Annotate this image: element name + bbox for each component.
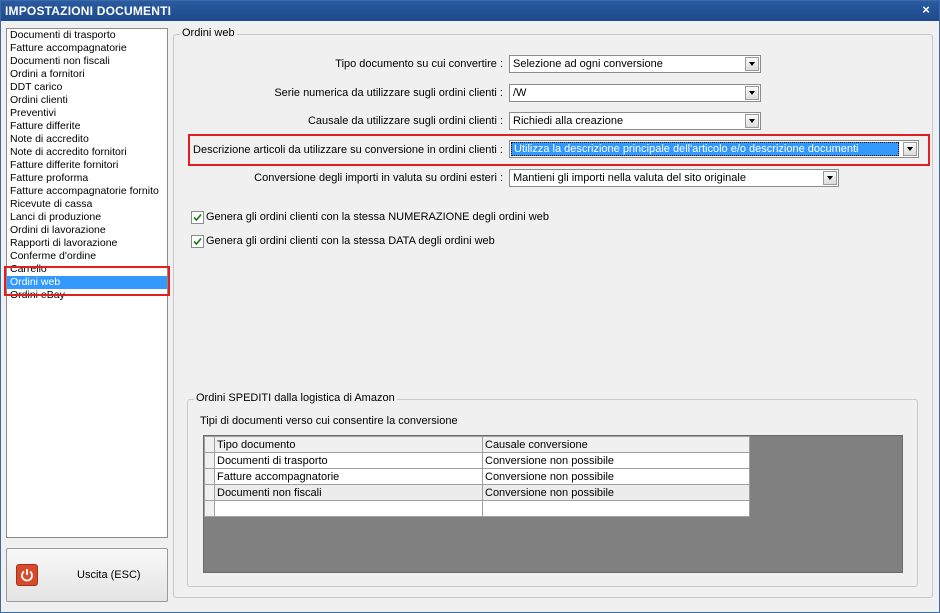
column-header[interactable]: Tipo documento bbox=[214, 436, 483, 453]
amazon-subtitle: Tipi di documenti verso cui consentire l… bbox=[200, 415, 458, 427]
table-row[interactable]: Documenti non fiscali Conversione non po… bbox=[204, 484, 750, 501]
check-icon bbox=[193, 213, 202, 222]
causale-select[interactable]: Richiedi alla creazione bbox=[509, 112, 761, 130]
chevron-down-icon[interactable] bbox=[745, 114, 759, 128]
select-value: /W bbox=[513, 87, 527, 99]
sidebar-item[interactable]: Fatture differite fornitori bbox=[7, 159, 167, 172]
serie-numerica-select[interactable]: /W bbox=[509, 84, 761, 102]
table-row[interactable]: Documenti di trasporto Conversione non p… bbox=[204, 452, 750, 469]
column-header[interactable]: Causale conversione bbox=[482, 436, 750, 453]
sidebar-item[interactable]: Ordini a fornitori bbox=[7, 68, 167, 81]
chevron-down-icon[interactable] bbox=[745, 57, 759, 71]
select-value: Selezione ad ogni conversione bbox=[513, 58, 663, 70]
sidebar-item[interactable]: Lanci di produzione bbox=[7, 211, 167, 224]
select-value: Richiedi alla creazione bbox=[513, 115, 624, 127]
select-value: Mantieni gli importi nella valuta del si… bbox=[513, 172, 746, 184]
row-header-cell bbox=[204, 468, 215, 485]
table-row[interactable]: Fatture accompagnatorie Conversione non … bbox=[204, 468, 750, 485]
power-icon bbox=[16, 564, 38, 586]
title-bar: IMPOSTAZIONI DOCUMENTI × bbox=[1, 1, 939, 21]
sidebar-item[interactable]: Rapporti di lavorazione bbox=[7, 237, 167, 250]
stessa-data-label: Genera gli ordini clienti con la stessa … bbox=[206, 235, 495, 247]
table-cell[interactable]: Documenti non fiscali bbox=[214, 484, 483, 501]
sidebar-item[interactable]: DDT carico bbox=[7, 81, 167, 94]
field-label-serie-numerica: Serie numerica da utilizzare sugli ordin… bbox=[274, 87, 503, 99]
sidebar-item[interactable]: Fatture differite bbox=[7, 120, 167, 133]
row-header-cell bbox=[204, 500, 215, 517]
field-label-tipo-documento: Tipo documento su cui convertire : bbox=[335, 58, 503, 70]
sidebar-item[interactable]: Documenti di trasporto bbox=[7, 29, 167, 42]
stessa-data-checkbox[interactable] bbox=[191, 235, 204, 248]
settings-window: IMPOSTAZIONI DOCUMENTI × Documenti di tr… bbox=[0, 0, 940, 613]
chevron-down-icon[interactable] bbox=[823, 171, 837, 185]
check-icon bbox=[193, 237, 202, 246]
stessa-numerazione-label: Genera gli ordini clienti con la stessa … bbox=[206, 211, 549, 223]
sidebar-item[interactable]: Documenti non fiscali bbox=[7, 55, 167, 68]
group-title: Ordini web bbox=[180, 27, 237, 39]
descrizione-articoli-select[interactable]: Utilizza la descrizione principale dell'… bbox=[509, 140, 919, 158]
table-cell[interactable]: Fatture accompagnatorie bbox=[214, 468, 483, 485]
row-header-cell bbox=[204, 452, 215, 469]
sidebar-item[interactable]: Preventivi bbox=[7, 107, 167, 120]
conversione-importi-select[interactable]: Mantieni gli importi nella valuta del si… bbox=[509, 169, 839, 187]
table-cell[interactable] bbox=[214, 500, 483, 517]
exit-button[interactable]: Uscita (ESC) bbox=[6, 548, 168, 602]
select-value: Utilizza la descrizione principale dell'… bbox=[511, 142, 899, 156]
sidebar-item[interactable]: Fatture accompagnatorie fornito bbox=[7, 185, 167, 198]
chevron-down-icon[interactable] bbox=[745, 86, 759, 100]
chevron-down-icon[interactable] bbox=[903, 142, 917, 156]
close-icon[interactable]: × bbox=[919, 3, 933, 17]
group-title: Ordini SPEDITI dalla logistica di Amazon bbox=[194, 392, 397, 404]
row-header-cell bbox=[204, 484, 215, 501]
sidebar-item[interactable]: Note di accredito fornitori bbox=[7, 146, 167, 159]
sidebar-item[interactable]: Fatture accompagnatorie bbox=[7, 42, 167, 55]
sidebar-item[interactable]: Fatture proforma bbox=[7, 172, 167, 185]
field-label-conversione-importi: Conversione degli importi in valuta su o… bbox=[254, 172, 503, 184]
window-title: IMPOSTAZIONI DOCUMENTI bbox=[5, 4, 172, 18]
field-label-descrizione-articoli: Descrizione articoli da utilizzare su co… bbox=[193, 144, 503, 156]
tipo-documento-select[interactable]: Selezione ad ogni conversione bbox=[509, 55, 761, 73]
table-row-new[interactable] bbox=[204, 500, 750, 517]
stessa-numerazione-checkbox[interactable] bbox=[191, 211, 204, 224]
sidebar-item[interactable]: Ordini clienti bbox=[7, 94, 167, 107]
table-cell[interactable]: Documenti di trasporto bbox=[214, 452, 483, 469]
sidebar-item[interactable]: Note di accredito bbox=[7, 133, 167, 146]
conversion-table: Tipo documento Causale conversione Docum… bbox=[204, 436, 750, 517]
table-header: Tipo documento Causale conversione bbox=[204, 436, 750, 453]
sidebar-item[interactable]: Ordini di lavorazione bbox=[7, 224, 167, 237]
field-label-causale: Causale da utilizzare sugli ordini clien… bbox=[307, 115, 503, 127]
table-cell[interactable]: Conversione non possibile bbox=[482, 484, 750, 501]
table-cell[interactable]: Conversione non possibile bbox=[482, 452, 750, 469]
table-cell[interactable]: Conversione non possibile bbox=[482, 468, 750, 485]
conversion-grid[interactable]: Tipo documento Causale conversione Docum… bbox=[203, 435, 903, 573]
sidebar-highlight-box bbox=[4, 266, 170, 296]
sidebar-item[interactable]: Conferme d'ordine bbox=[7, 250, 167, 263]
exit-button-label: Uscita (ESC) bbox=[77, 569, 141, 581]
row-header-cell bbox=[204, 436, 215, 453]
table-cell[interactable] bbox=[482, 500, 750, 517]
sidebar-item[interactable]: Ricevute di cassa bbox=[7, 198, 167, 211]
